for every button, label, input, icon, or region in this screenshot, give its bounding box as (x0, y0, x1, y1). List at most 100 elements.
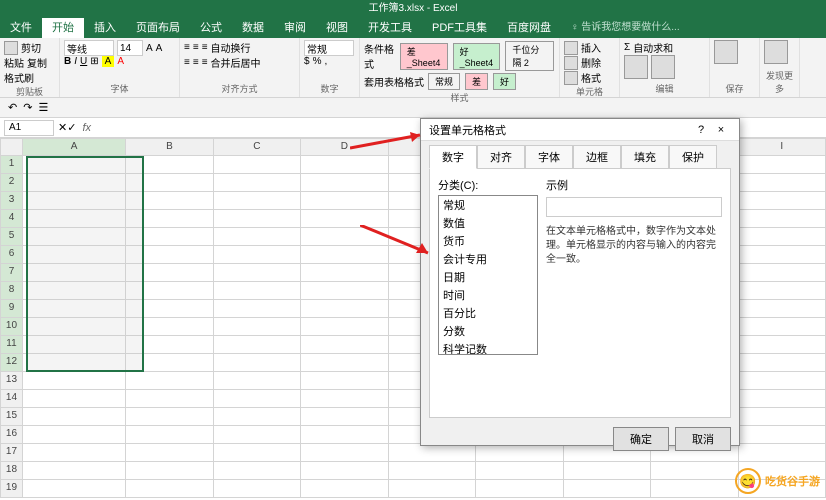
cell[interactable] (301, 318, 388, 336)
dialog-tab-font[interactable]: 字体 (525, 145, 573, 169)
cell[interactable] (126, 264, 213, 282)
cell[interactable] (23, 426, 126, 444)
row-header[interactable]: 1 (0, 156, 23, 174)
cell[interactable] (23, 480, 126, 498)
cell[interactable] (23, 354, 126, 372)
cell[interactable] (739, 264, 826, 282)
row-header[interactable]: 10 (0, 318, 23, 336)
confirm-formula-icon[interactable]: ✓ (67, 121, 76, 134)
cell[interactable] (739, 300, 826, 318)
cell[interactable] (739, 336, 826, 354)
row-header[interactable]: 13 (0, 372, 23, 390)
cell[interactable] (564, 480, 651, 498)
cancel-button[interactable]: 取消 (675, 427, 731, 451)
cell[interactable] (301, 246, 388, 264)
tab-home[interactable]: 开始 (42, 18, 84, 38)
cell[interactable] (126, 480, 213, 498)
cell-style-good[interactable]: 好 (493, 73, 516, 90)
fx-icon[interactable]: fx (82, 122, 91, 134)
cell[interactable] (214, 462, 301, 480)
category-item[interactable]: 数值 (439, 214, 537, 232)
cell[interactable] (301, 156, 388, 174)
dialog-help-icon[interactable]: ? (691, 124, 711, 136)
copy-button[interactable]: 复制 (27, 55, 47, 70)
cell[interactable] (214, 246, 301, 264)
tab-formula[interactable]: 公式 (190, 18, 232, 38)
cell[interactable] (739, 156, 826, 174)
cell[interactable] (214, 282, 301, 300)
col-header-B[interactable]: B (126, 138, 213, 156)
delete-cell-icon[interactable] (564, 56, 578, 70)
autosum-button[interactable]: 自动求和 (633, 40, 673, 55)
increase-font-icon[interactable]: A (146, 43, 153, 54)
category-list[interactable]: 常规数值货币会计专用日期时间百分比分数科学记数文本特殊自定义 (438, 195, 538, 355)
cell[interactable] (23, 390, 126, 408)
cell[interactable] (23, 264, 126, 282)
cell[interactable] (651, 480, 738, 498)
cell-style-bad[interactable]: 差 (465, 73, 488, 90)
fill-color-button[interactable]: A (102, 56, 115, 67)
cell[interactable] (126, 246, 213, 264)
tab-insert[interactable]: 插入 (84, 18, 126, 38)
find-select-icon[interactable] (651, 55, 675, 79)
dialog-tab-align[interactable]: 对齐 (477, 145, 525, 169)
category-item[interactable]: 日期 (439, 268, 537, 286)
cell[interactable] (739, 192, 826, 210)
dialog-tab-border[interactable]: 边框 (573, 145, 621, 169)
tab-view[interactable]: 视图 (316, 18, 358, 38)
cell[interactable] (23, 246, 126, 264)
cell[interactable] (214, 156, 301, 174)
align-center-icon[interactable]: ≡ (193, 57, 199, 68)
cell[interactable] (214, 336, 301, 354)
row-header[interactable]: 15 (0, 408, 23, 426)
currency-icon[interactable]: $ (304, 56, 310, 67)
cell[interactable] (126, 174, 213, 192)
cell[interactable] (126, 426, 213, 444)
dialog-tab-fill[interactable]: 填充 (621, 145, 669, 169)
cell[interactable] (126, 372, 213, 390)
cell[interactable] (301, 354, 388, 372)
dialog-close-icon[interactable]: × (711, 124, 731, 136)
cell[interactable] (739, 228, 826, 246)
cell[interactable] (126, 192, 213, 210)
row-header[interactable]: 6 (0, 246, 23, 264)
align-bot-icon[interactable]: ≡ (202, 42, 208, 53)
cell[interactable] (23, 336, 126, 354)
cell[interactable] (301, 426, 388, 444)
cell[interactable] (301, 264, 388, 282)
font-name-select[interactable] (64, 40, 114, 56)
cell[interactable] (739, 246, 826, 264)
tab-review[interactable]: 审阅 (274, 18, 316, 38)
cell[interactable] (739, 174, 826, 192)
sort-filter-icon[interactable] (624, 55, 648, 79)
tab-layout[interactable]: 页面布局 (126, 18, 190, 38)
row-header[interactable]: 18 (0, 462, 23, 480)
cell[interactable] (214, 210, 301, 228)
cell[interactable] (301, 228, 388, 246)
table-format-button[interactable]: 套用表格格式 (364, 74, 424, 89)
cell-style-thousand[interactable]: 千位分隔 2 (505, 41, 554, 71)
decrease-font-icon[interactable]: A (156, 43, 163, 54)
cell[interactable] (23, 156, 126, 174)
percent-icon[interactable]: % (313, 56, 322, 67)
underline-button[interactable]: U (80, 56, 87, 67)
cell[interactable] (301, 372, 388, 390)
cell[interactable] (476, 480, 563, 498)
cell[interactable] (126, 444, 213, 462)
cell[interactable] (214, 264, 301, 282)
tab-pdf[interactable]: PDF工具集 (422, 18, 497, 38)
category-item[interactable]: 分数 (439, 322, 537, 340)
cell[interactable] (739, 390, 826, 408)
discover-icon[interactable] (764, 40, 788, 64)
cell[interactable] (739, 282, 826, 300)
cell[interactable] (301, 408, 388, 426)
cell[interactable] (23, 228, 126, 246)
cell[interactable] (739, 372, 826, 390)
cell[interactable] (126, 336, 213, 354)
col-header-D[interactable]: D (301, 138, 388, 156)
dialog-tab-protect[interactable]: 保护 (669, 145, 717, 169)
touch-mode-icon[interactable]: ☰ (38, 101, 48, 114)
cell[interactable] (389, 462, 476, 480)
row-header[interactable]: 7 (0, 264, 23, 282)
cell[interactable] (126, 354, 213, 372)
